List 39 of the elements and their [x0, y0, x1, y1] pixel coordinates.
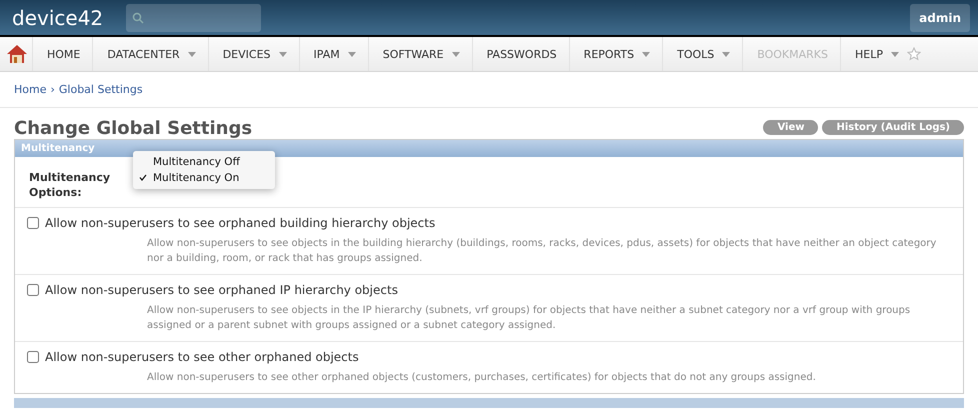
caret-icon [452, 52, 460, 56]
checkbox[interactable] [27, 284, 39, 296]
caret-icon [278, 52, 287, 56]
caret-icon [188, 52, 196, 56]
caret-icon [891, 52, 899, 56]
breadcrumb-separator: › [50, 83, 55, 96]
setting-label: Allow non-superusers to see orphaned IP hierarchy objects [45, 283, 398, 297]
caret-icon [642, 52, 650, 56]
nav-item[interactable]: SOFTWARE [368, 37, 472, 71]
breadcrumb-link[interactable]: Home [14, 83, 46, 96]
menu-item[interactable]: Multitenancy On [153, 172, 240, 184]
nav-item[interactable]: PASSWORDS [472, 37, 569, 71]
search-field[interactable] [126, 4, 261, 32]
page-title: Change Global Settings [14, 118, 252, 139]
section-header: Multitenancy [15, 140, 963, 157]
caret-icon [348, 52, 356, 56]
help-text: Allow non-superusers to see other orphaned objects (customers, purchases, certificates) for objects that do not any groups assigned. [147, 371, 817, 385]
nav-item[interactable]: HOME [32, 37, 92, 71]
help-text: Allow non-superusers to see objects in the building hierarchy (buildings, rooms, racks, devices, pdus, assets) for objects that have neither an object category nor a building, room, or rack that has groups assigned. [147, 237, 938, 266]
user-menu[interactable]: admin [910, 4, 970, 32]
house-icon[interactable] [6, 43, 28, 65]
nav-item[interactable]: TOOLS [662, 37, 742, 71]
help-text: Allow non-superusers to see objects in the IP hierarchy (subnets, vrf groups) for objects that have neither a subnet category nor a vrf group with groups assigned or a parent subnet with groups assigned or a subnet category assigned. [147, 304, 912, 333]
nav-item[interactable]: HELP [840, 37, 933, 71]
checkbox[interactable] [27, 217, 39, 229]
caret-icon [722, 52, 730, 56]
nav-item[interactable]: DEVICES [208, 37, 299, 71]
checkbox[interactable] [27, 351, 39, 363]
field-label: Multitenancy Options: [29, 170, 112, 200]
nav-item[interactable]: DATACENTER [92, 37, 208, 71]
nav-item[interactable]: REPORTS [568, 37, 662, 71]
setting-label: Allow non-superusers to see other orphaned objects [45, 350, 359, 364]
logo[interactable]: device42 [12, 6, 126, 30]
nav-item[interactable]: IPAM [298, 37, 368, 71]
menu-item[interactable]: Multitenancy Off [153, 156, 240, 168]
setting-label: Allow non-superusers to see orphaned building hierarchy objects [45, 216, 436, 230]
breadcrumb-link[interactable]: Global Settings [58, 83, 143, 96]
search-icon [132, 12, 144, 24]
star-icon[interactable] [907, 47, 921, 61]
